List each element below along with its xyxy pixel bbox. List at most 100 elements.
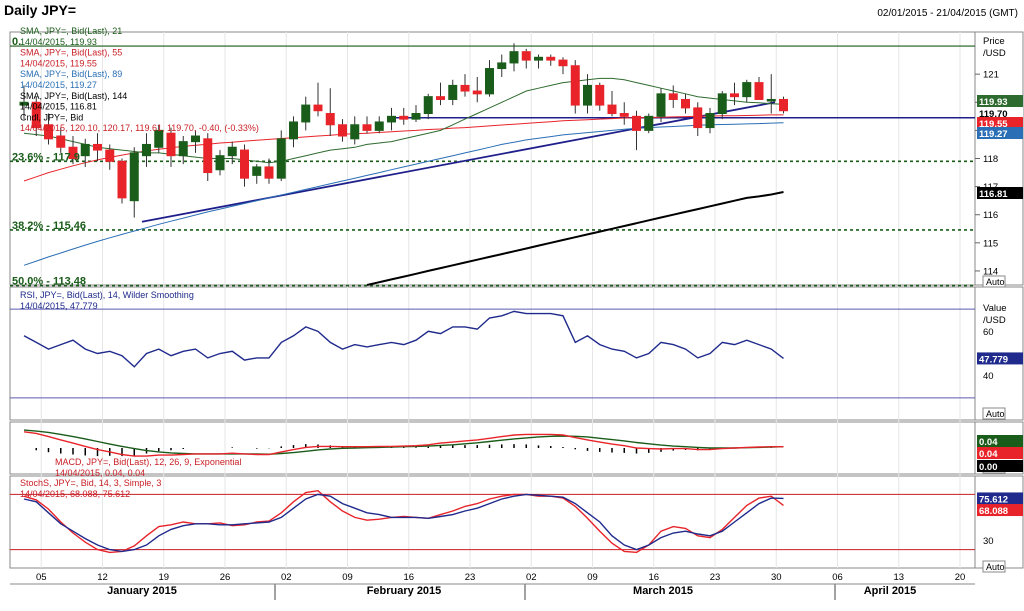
month-label: January 2015 [107, 585, 177, 597]
tag-stoch-d: 68.088 [979, 506, 1008, 517]
candle-body [509, 51, 519, 64]
rsi-tick-label: 60 [983, 327, 994, 338]
candle-body [325, 113, 335, 126]
candle-body [338, 124, 347, 137]
auto-box: Auto [986, 409, 1005, 419]
candle-body [534, 56, 543, 61]
chart-canvas[interactable]: 0.23.6% - 117.938.2% - 115.4650.0% - 113… [0, 0, 1024, 611]
candle-body [191, 135, 200, 143]
candle-body [668, 93, 678, 100]
candle-body [656, 93, 666, 117]
candle-body [460, 84, 470, 92]
candle-body [227, 146, 237, 157]
candle-body [472, 90, 482, 95]
stoch-tick-label: 30 [983, 536, 994, 547]
x-tick-label: 13 [893, 572, 904, 583]
candle-body [240, 149, 249, 179]
rsi-legend-value: 14/04/2015, 47.779 [20, 301, 98, 311]
price-legend-text: 14/04/2015, 120.10, 120.17, 119.61, 119.… [20, 123, 259, 133]
candle-body [203, 138, 213, 174]
candle-body [546, 56, 556, 61]
candle-body [362, 124, 372, 131]
candle-body [276, 138, 286, 179]
price-tick-label: 118 [983, 154, 998, 165]
candle-body [350, 124, 360, 140]
price-legend-text: 14/04/2015, 116.81 [20, 102, 97, 112]
tag-sma89: 119.27 [979, 129, 1008, 140]
candle-body [570, 65, 580, 106]
x-tick-label: 16 [403, 572, 414, 583]
price-legend-text: SMA, JPY=, Bid(Last), 21 [20, 26, 122, 36]
price-tick-label: 116 [983, 210, 998, 221]
candle-body [142, 143, 151, 157]
tag-stoch-k: 75.612 [979, 494, 1008, 505]
candle-body [730, 93, 739, 98]
price-legend-text: SMA, JPY=, Bid(Last), 144 [20, 91, 127, 101]
candle-body [632, 115, 641, 131]
candle-body [607, 104, 617, 115]
candle-body [448, 84, 458, 100]
month-label: March 2015 [633, 585, 693, 597]
candle-body [178, 141, 188, 157]
rsi-legend-name: RSI, JPY=, Bid(Last), 14, Wilder Smoothi… [20, 290, 194, 300]
tag-macd-b: 0.04 [979, 449, 998, 460]
price-tick-label: 121 [983, 70, 999, 81]
tag-macd-a: 0.04 [979, 437, 998, 448]
tag-sma144: 116.81 [979, 189, 1008, 200]
candle-body [264, 166, 274, 179]
candle-body [56, 135, 66, 148]
price-legend-text: Cndl, JPY=, Bid [20, 112, 83, 122]
candle-body [595, 84, 605, 106]
x-tick-label: 20 [955, 572, 966, 583]
macd-legend-value: 14/04/2015, 0.04, 0.04 [55, 468, 145, 478]
month-label: April 2015 [864, 585, 917, 597]
x-tick-label: 23 [710, 572, 721, 583]
candle-body [717, 93, 727, 115]
x-tick-label: 09 [587, 572, 598, 583]
stoch-legend-name: StochS, JPY=, Bid, 14, 3, Simple, 3 [20, 478, 161, 488]
candle-body [705, 113, 715, 129]
x-tick-label: 05 [36, 572, 47, 583]
fib-label: 50.0% - 113.48 [12, 276, 86, 288]
candle-body [754, 82, 764, 100]
x-tick-label: 09 [342, 572, 353, 583]
macd-legend-name: MACD, JPY=, Bid(Last), 12, 26, 9, Expone… [55, 457, 241, 467]
candle-body [215, 155, 225, 171]
candle-body [117, 160, 127, 199]
x-tick-label: 12 [97, 572, 108, 583]
candle-body [583, 84, 592, 106]
candle-body [387, 115, 396, 123]
axis-area-stoch [974, 475, 1024, 569]
price-unit: /USD [983, 48, 1006, 59]
tag-sma21: 119.93 [979, 97, 1008, 108]
month-label: February 2015 [367, 585, 442, 597]
candle-body [105, 149, 115, 162]
candle-body [558, 59, 568, 67]
x-tick-label: 06 [832, 572, 843, 583]
candle-body [252, 166, 262, 176]
candle-body [779, 98, 788, 112]
candle-body [93, 143, 102, 151]
candle-body [619, 113, 629, 117]
tag-macd-hist: 0.00 [979, 462, 998, 473]
candle-body [766, 98, 776, 102]
candle-body [80, 143, 90, 157]
price-legend-text: SMA, JPY=, Bid(Last), 55 [20, 48, 122, 58]
panel-rsi [9, 286, 976, 421]
candle-body [436, 96, 445, 100]
x-tick-label: 19 [158, 572, 169, 583]
price-legend-text: 14/04/2015, 119.55 [20, 58, 97, 68]
fib-label: 23.6% - 117.9 [12, 151, 80, 163]
auto-box: Auto [986, 277, 1005, 287]
price-tick-label: 115 [983, 238, 998, 249]
auto-box: Auto [986, 562, 1005, 572]
x-tick-label: 23 [465, 572, 476, 583]
tag-rsi: 47.779 [979, 354, 1008, 365]
price-legend-text: 14/04/2015, 119.93 [20, 37, 97, 47]
fib-label: 38.2% - 115.46 [12, 220, 86, 232]
value-unit: Value [983, 303, 1007, 314]
price-legend-text: 14/04/2015, 119.27 [20, 80, 97, 90]
x-tick-label: 26 [220, 572, 231, 583]
candle-body [681, 98, 690, 109]
x-tick-label: 02 [281, 572, 292, 583]
